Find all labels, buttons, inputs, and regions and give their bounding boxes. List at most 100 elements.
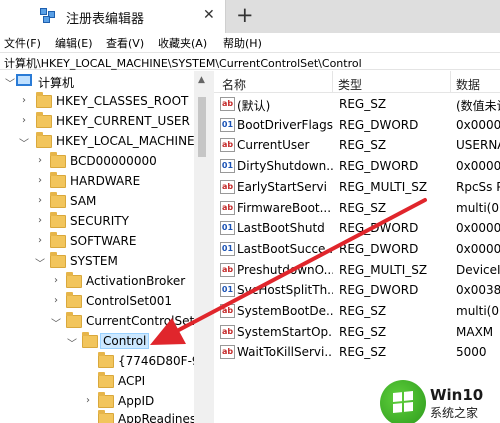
- binary-value-icon: 01: [220, 221, 235, 236]
- chevron-right-icon[interactable]: ›: [34, 235, 46, 246]
- value-row[interactable]: abCurrentUser REG_SZ USERNA: [214, 136, 500, 156]
- value-type: REG_SZ: [339, 324, 387, 339]
- chevron-down-icon[interactable]: ﹀: [18, 135, 30, 150]
- tree-item-label: Control: [100, 333, 150, 349]
- chevron-down-icon[interactable]: ﹀: [50, 315, 62, 330]
- folder-icon: [98, 410, 114, 423]
- value-data: DeviceI: [456, 262, 500, 277]
- value-data: multi(0): [456, 200, 500, 215]
- chevron-right-icon[interactable]: ›: [34, 155, 46, 166]
- string-value-icon: ab: [220, 345, 235, 360]
- value-row[interactable]: ab WaitToKillServi... REG_SZ 5000: [214, 343, 500, 363]
- chevron-right-icon[interactable]: ›: [50, 295, 62, 306]
- chevron-right-icon[interactable]: ›: [18, 95, 30, 106]
- value-name: SystemBootDe...: [237, 304, 333, 318]
- chevron-right-icon[interactable]: ›: [34, 195, 46, 206]
- folder-icon: [36, 132, 52, 148]
- watermark-subtitle: 系统之家: [430, 406, 479, 420]
- column-header-data[interactable]: 数据: [456, 76, 480, 93]
- value-row[interactable]: ab(默认) REG_SZ (数值未设: [214, 95, 500, 115]
- value-name: PreshutdownO...: [237, 262, 333, 277]
- value-row[interactable]: 01DirtyShutdown... REG_DWORD 0x00000: [214, 157, 500, 177]
- string-value-icon: ab: [220, 138, 235, 153]
- folder-icon: [36, 112, 52, 128]
- value-type: REG_SZ: [339, 304, 387, 318]
- string-value-icon: ab: [220, 324, 235, 339]
- value-name: DirtyShutdown...: [237, 159, 333, 174]
- value-row[interactable]: ab PreshutdownO... REG_MULTI_SZ DeviceI: [214, 261, 500, 281]
- chevron-right-icon[interactable]: ›: [50, 275, 62, 286]
- column-divider[interactable]: [450, 71, 451, 93]
- tree-item-label: ControlSet001: [86, 294, 172, 308]
- new-tab-button[interactable]: +: [236, 3, 254, 27]
- value-type: REG_SZ: [339, 345, 387, 360]
- binary-value-icon: 01: [220, 241, 235, 256]
- value-row[interactable]: ab SystemBootDe... REG_SZ multi(0): [214, 302, 500, 322]
- chevron-down-icon[interactable]: ﹀: [66, 335, 78, 350]
- folder-icon: [50, 172, 66, 188]
- title-tab-bar: 注册表编辑器 ✕ +: [0, 0, 500, 33]
- watermark-logo: Win10 系统之家: [380, 380, 500, 423]
- column-header-type[interactable]: 类型: [338, 76, 362, 93]
- value-data: multi(0): [456, 304, 500, 318]
- string-value-icon: ab: [220, 304, 235, 318]
- value-type: REG_DWORD: [339, 221, 419, 236]
- menu-bar: 文件(F) 编辑(E) 查看(V) 收藏夹(A) 帮助(H): [0, 33, 500, 52]
- address-path[interactable]: 计算机\HKEY_LOCAL_MACHINE\SYSTEM\CurrentCon…: [4, 55, 362, 71]
- column-header-name[interactable]: 名称: [222, 76, 246, 93]
- tree-item-label: HKEY_CLASSES_ROOT: [56, 94, 189, 108]
- menu-edit[interactable]: 编辑(E): [55, 35, 93, 51]
- value-name: LastBootShutd: [237, 221, 325, 236]
- value-data: USERNA: [456, 138, 500, 153]
- tab-title: 注册表编辑器: [66, 12, 145, 27]
- tree-item-label: SOFTWARE: [70, 234, 137, 248]
- folder-icon: [98, 352, 114, 368]
- value-name: (默认): [237, 99, 271, 113]
- column-divider[interactable]: [332, 71, 333, 93]
- menu-help[interactable]: 帮助(H): [223, 35, 262, 51]
- folder-icon: [82, 332, 98, 348]
- chevron-right-icon[interactable]: ›: [34, 175, 46, 186]
- value-type: REG_DWORD: [339, 241, 419, 256]
- tree-item-label: HKEY_LOCAL_MACHINE: [56, 134, 195, 148]
- value-row[interactable]: ab EarlyStartServi REG_MULTI_SZ RpcSs P: [214, 178, 500, 198]
- tree-item-label: ActivationBroker: [86, 274, 186, 288]
- folder-icon: [50, 232, 66, 248]
- tree-item-label: 计算机: [38, 76, 75, 90]
- value-row[interactable]: 01SvcHostSplitTh... REG_DWORD 0x00380: [214, 281, 500, 301]
- value-row[interactable]: ab FirmwareBoot... REG_SZ multi(0): [214, 199, 500, 219]
- value-row[interactable]: 01LastBootShutd REG_DWORD 0x00000: [214, 219, 500, 239]
- win10-logo-icon: [380, 380, 426, 423]
- tree-item-label: BCD00000000: [70, 154, 157, 168]
- chevron-down-icon[interactable]: ﹀: [34, 255, 46, 270]
- tree-scrollbar[interactable]: ▲: [194, 71, 210, 423]
- value-row[interactable]: ab SystemStartOp... REG_SZ MAXM: [214, 323, 500, 343]
- chevron-right-icon[interactable]: ›: [18, 115, 30, 126]
- value-name: FirmwareBoot...: [237, 200, 332, 215]
- chevron-right-icon[interactable]: ›: [34, 215, 46, 226]
- binary-value-icon: 01: [220, 283, 235, 298]
- close-icon[interactable]: ✕: [203, 7, 215, 23]
- value-data: 0x00000: [456, 159, 500, 174]
- value-name: CurrentUser: [237, 138, 310, 153]
- chevron-right-icon[interactable]: ›: [82, 395, 94, 406]
- menu-view[interactable]: 查看(V): [106, 35, 144, 51]
- value-name: SystemStartOp...: [237, 324, 333, 339]
- value-row[interactable]: 01LastBootSucce... REG_DWORD 0x00000: [214, 240, 500, 260]
- menu-file[interactable]: 文件(F): [4, 35, 41, 51]
- tree-item-label: AppReadines: [118, 412, 197, 423]
- tree-item-label: HKEY_CURRENT_USER: [56, 114, 190, 128]
- registry-editor-icon: [40, 8, 57, 24]
- tab-registry-editor[interactable]: 注册表编辑器 ✕: [0, 0, 226, 33]
- binary-value-icon: 01: [220, 159, 235, 174]
- address-bar[interactable]: 计算机\HKEY_LOCAL_MACHINE\SYSTEM\CurrentCon…: [0, 52, 500, 70]
- string-value-icon: ab: [220, 97, 235, 111]
- value-row[interactable]: 01BootDriverFlags REG_DWORD 0x00000: [214, 116, 500, 136]
- folder-icon: [50, 212, 66, 228]
- menu-favorites[interactable]: 收藏夹(A): [158, 35, 207, 51]
- scrollbar-thumb[interactable]: [198, 97, 206, 157]
- chevron-down-icon[interactable]: ﹀: [4, 75, 16, 90]
- value-name: SvcHostSplitTh...: [237, 283, 333, 298]
- scroll-up-icon[interactable]: ▲: [198, 75, 205, 85]
- value-type: REG_DWORD: [339, 117, 419, 132]
